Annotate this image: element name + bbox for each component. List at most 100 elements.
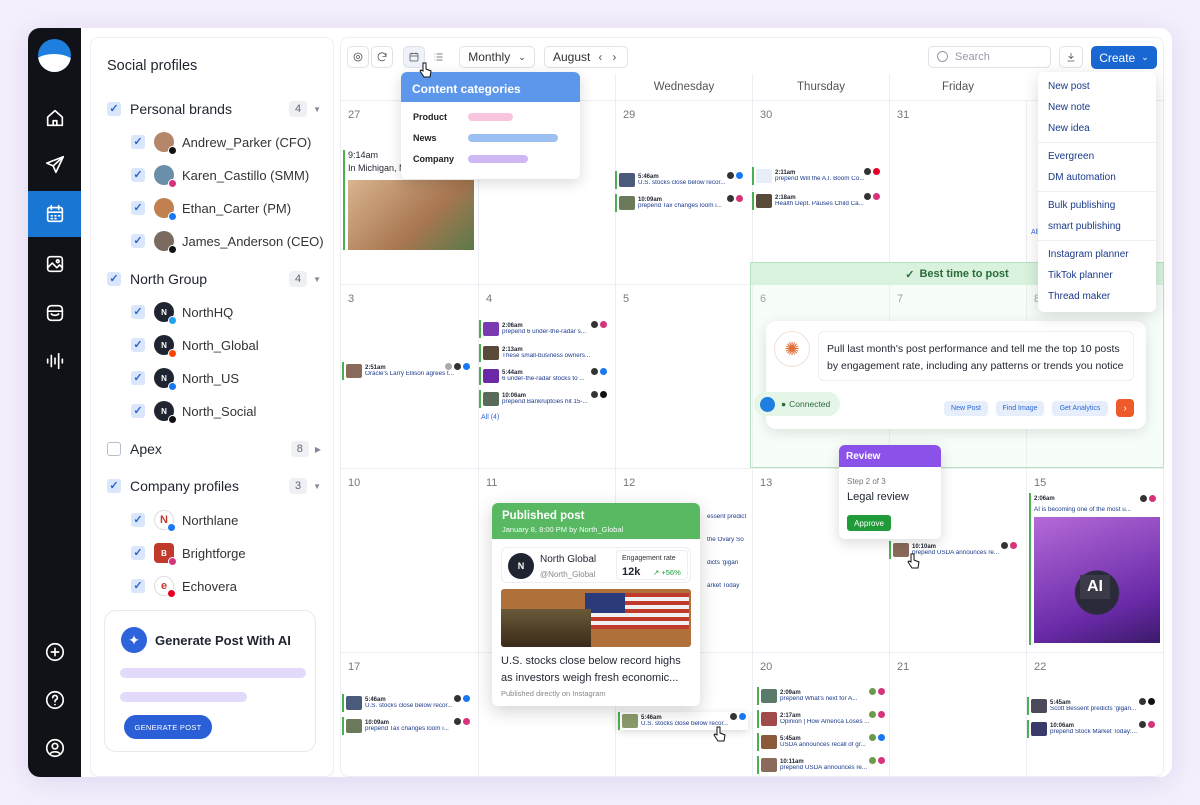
profile-row[interactable]: ✓ Ethan_Carter (PM): [131, 196, 291, 221]
approve-button[interactable]: Approve: [847, 515, 891, 531]
checkbox[interactable]: ✓: [131, 168, 145, 182]
add-icon[interactable]: [28, 629, 81, 675]
post-chip[interactable]: 10:06am prepend Bankruptcies hit 15-...: [479, 390, 609, 408]
post-chip[interactable]: 2:06am prepend 6 under-the-radar s...: [479, 320, 609, 338]
checkbox[interactable]: ✓: [131, 404, 145, 418]
day-cell[interactable]: 17: [341, 652, 478, 776]
calendar-icon[interactable]: [28, 191, 81, 237]
group-company-profiles[interactable]: ✓ Company profiles 3 ▼: [107, 475, 321, 497]
help-icon[interactable]: [28, 677, 81, 723]
category-label[interactable]: Product: [413, 112, 447, 122]
profile-row[interactable]: ✓ N Northlane: [131, 508, 238, 532]
menu-item-new-idea[interactable]: New idea: [1048, 123, 1090, 134]
post-chip[interactable]: 5:45am USDA announces recall of gr...: [757, 733, 887, 751]
profile-row[interactable]: ✓ N NorthHQ: [131, 300, 233, 325]
profile-row[interactable]: ✓ N North_Global: [131, 333, 259, 358]
day-cell[interactable]: 5: [615, 284, 752, 468]
checkbox[interactable]: ✓: [131, 513, 145, 527]
day-cell[interactable]: 15 2:06am AI is becoming one of the most…: [1026, 468, 1163, 652]
profile-row[interactable]: ✓ James_Anderson (CEO): [131, 229, 324, 254]
checkbox[interactable]: ✓: [131, 371, 145, 385]
find-image-chip[interactable]: Find Image: [996, 401, 1044, 416]
profile-row[interactable]: ✓ Karen_Castillo (SMM): [131, 163, 309, 188]
month-picker[interactable]: August ‹ ›: [544, 46, 628, 68]
day-cell[interactable]: 29: [615, 100, 752, 284]
refresh-icon[interactable]: [371, 46, 393, 68]
day-cell[interactable]: 21: [889, 652, 1026, 776]
caret-down-icon[interactable]: ▼: [313, 275, 321, 284]
analytics-icon[interactable]: [28, 338, 81, 384]
send-prompt-button[interactable]: ›: [1116, 399, 1134, 417]
post-chip[interactable]: 5:46am U.S. stocks close below recor...: [615, 171, 745, 189]
caret-right-icon[interactable]: ▶: [315, 445, 321, 454]
checkbox[interactable]: ✓: [107, 479, 121, 493]
profile-row[interactable]: ✓ N North_Social: [131, 399, 256, 424]
checkbox[interactable]: ✓: [131, 579, 145, 593]
menu-item-evergreen[interactable]: Evergreen: [1048, 151, 1094, 162]
caret-down-icon[interactable]: ▼: [313, 482, 321, 491]
post-chip[interactable]: 5:44am 6 under-the-radar stocks to ...: [479, 367, 609, 385]
generate-post-button[interactable]: GENERATE POST: [124, 715, 212, 739]
checkbox[interactable]: ✓: [131, 546, 145, 560]
category-label[interactable]: News: [413, 133, 437, 143]
search-input[interactable]: Search: [928, 46, 1051, 68]
post-chip[interactable]: 10:09am prepend Tax changes loom i...: [342, 717, 472, 735]
view-select[interactable]: Monthly ⌄: [459, 46, 535, 68]
post-chip[interactable]: 5:46am U.S. stocks close below recor...: [618, 712, 748, 730]
create-button[interactable]: Create ⌄: [1091, 46, 1157, 69]
post-chip[interactable]: 2:09am prepend What's next for A...: [757, 687, 887, 705]
download-icon[interactable]: [1059, 46, 1083, 68]
post-chip[interactable]: 2:11am prepend Will the A.I. Boom Co...: [752, 167, 882, 185]
profile-icon[interactable]: [28, 725, 81, 771]
day-cell[interactable]: 31: [889, 100, 1026, 284]
menu-item-tiktok-planner[interactable]: TikTok planner: [1048, 270, 1113, 281]
checkbox[interactable]: ✓: [131, 234, 145, 248]
checkbox[interactable]: ✓: [131, 201, 145, 215]
profile-row[interactable]: ✓ N North_US: [131, 366, 239, 391]
post-chip[interactable]: 2:17am Opinion | How America Loses ...: [757, 710, 887, 728]
day-cell[interactable]: 10: [341, 468, 478, 652]
menu-item-new-post[interactable]: New post: [1048, 81, 1090, 92]
group-north-group[interactable]: ✓ North Group 4 ▼: [107, 268, 321, 290]
category-label[interactable]: Company: [413, 154, 454, 164]
post-chip[interactable]: 10:09am prepend Tax changes loom i...: [615, 194, 745, 212]
menu-item-instagram-planner[interactable]: Instagram planner: [1048, 249, 1129, 260]
post-chip[interactable]: 5:46am U.S. stocks close below recor...: [342, 694, 472, 712]
profile-row[interactable]: ✓ Andrew_Parker (CFO): [131, 130, 311, 155]
menu-item-smart-publishing[interactable]: smart publishing: [1048, 221, 1121, 232]
send-icon[interactable]: [28, 142, 81, 188]
checkbox[interactable]: ✓: [131, 305, 145, 319]
media-icon[interactable]: [28, 241, 81, 287]
brand-logo[interactable]: [38, 39, 71, 72]
group-personal-brands[interactable]: ✓ Personal brands 4 ▼: [107, 98, 321, 120]
new-post-chip[interactable]: New Post: [944, 401, 988, 416]
get-analytics-chip[interactable]: Get Analytics: [1052, 401, 1108, 416]
show-all-link[interactable]: All (4): [481, 414, 499, 421]
checkbox[interactable]: ✓: [107, 272, 121, 286]
profile-row[interactable]: ✓ B Brightforge: [131, 541, 246, 566]
inbox-icon[interactable]: [28, 290, 81, 336]
chevron-left-icon[interactable]: ‹: [598, 50, 602, 64]
post-chip[interactable]: 10:06am prepend Stock Market Today:...: [1027, 720, 1157, 738]
checkbox[interactable]: ✓: [107, 102, 121, 116]
menu-item-bulk-publishing[interactable]: Bulk publishing: [1048, 200, 1115, 211]
checkbox[interactable]: ✓: [131, 338, 145, 352]
menu-item-thread-maker[interactable]: Thread maker: [1048, 291, 1110, 302]
home-icon[interactable]: [28, 95, 81, 141]
prompt-input[interactable]: Pull last month's post performance and t…: [818, 331, 1134, 381]
checkbox[interactable]: [107, 442, 121, 456]
profile-row[interactable]: ✓ e Echovera: [131, 574, 237, 598]
checkbox[interactable]: ✓: [131, 135, 145, 149]
settings-icon[interactable]: [347, 46, 369, 68]
post-chip[interactable]: 2:51am Oracle's Larry Ellison agrees t...: [342, 362, 472, 380]
post-chip[interactable]: 2:18am Health Dept. Pauses Child Ca...: [752, 192, 882, 210]
post-chip[interactable]: 10:11am prepend USDA announces re...: [757, 756, 887, 774]
menu-item-dm-automation[interactable]: DM automation: [1048, 172, 1116, 183]
chevron-right-icon[interactable]: ›: [612, 50, 616, 64]
post-chip[interactable]: 2:13am These small-business owners...: [479, 344, 609, 362]
group-apex[interactable]: Apex 8 ▶: [107, 438, 321, 460]
caret-down-icon[interactable]: ▼: [313, 105, 321, 114]
menu-item-new-note[interactable]: New note: [1048, 102, 1090, 113]
post-chip[interactable]: 5:45am Scott Bessent predicts 'gigan...: [1027, 697, 1157, 715]
scheduled-post[interactable]: 2:06am AI is becoming one of the most u.…: [1029, 493, 1160, 645]
